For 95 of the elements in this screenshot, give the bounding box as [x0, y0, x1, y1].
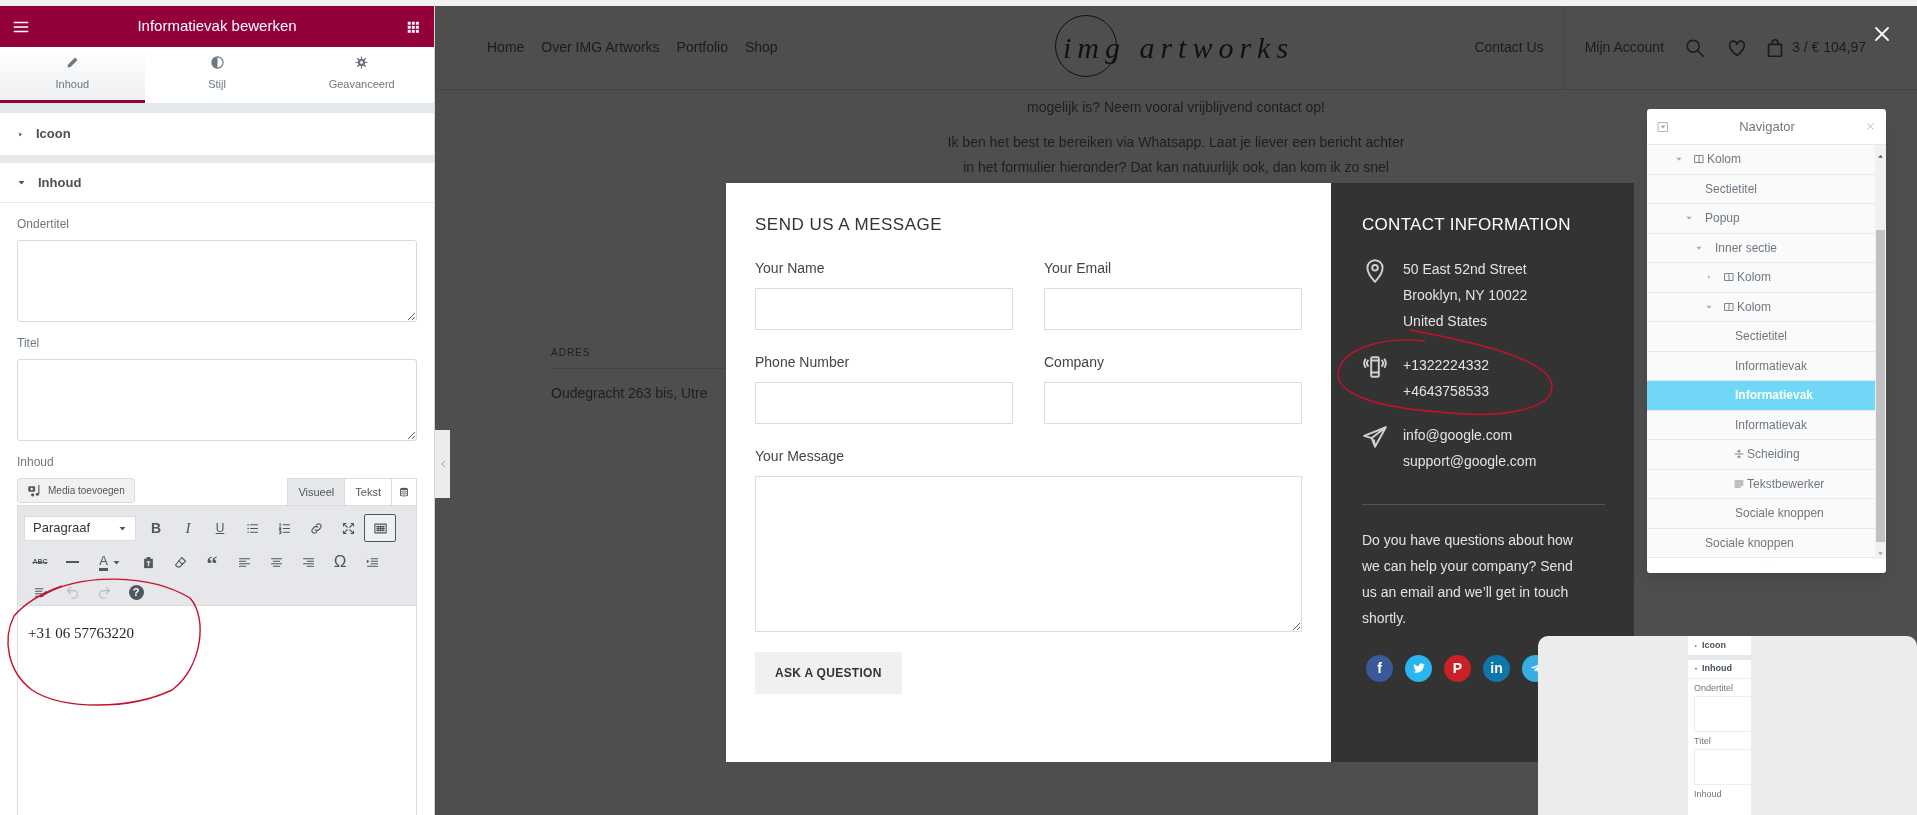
blockquote-button[interactable]: “ — [196, 548, 228, 576]
stack-icon — [398, 486, 410, 498]
preview-section: Icoon — [1688, 636, 1751, 655]
navigator-item[interactable]: Informatievak — [1647, 351, 1875, 381]
scrollbar-thumb[interactable] — [1876, 230, 1885, 542]
navigator-item[interactable]: Scheiding — [1647, 440, 1875, 470]
submit-button[interactable]: ASK A QUESTION — [755, 651, 902, 694]
field-label: Company — [1044, 352, 1105, 372]
bird-icon — [1411, 661, 1426, 675]
pinterest-button[interactable]: P — [1444, 654, 1471, 682]
settings-icon — [354, 54, 370, 70]
phone-number: +1322224332 — [1403, 355, 1490, 375]
caret-icon — [17, 130, 24, 138]
field-label: Phone Number — [755, 352, 851, 372]
field-label: Ondertitel — [17, 217, 71, 232]
text-input[interactable] — [755, 381, 1013, 424]
contrast-icon — [209, 54, 225, 70]
search-icon[interactable] — [1684, 36, 1707, 59]
linkedin-button[interactable]: in — [1483, 654, 1510, 682]
text-input[interactable] — [1044, 287, 1302, 330]
navigator-item[interactable]: Kolom — [1647, 263, 1875, 293]
navigator-item[interactable]: Informatievak — [1647, 410, 1875, 440]
scrollbar[interactable] — [1875, 145, 1886, 559]
horizontal-line-icon — [65, 561, 79, 563]
navigator-item[interactable]: Sociale knoppen — [1647, 528, 1875, 558]
navigator-item[interactable]: Sectietitel — [1647, 322, 1875, 352]
navigator-item[interactable]: Kolom — [1647, 292, 1875, 322]
toolbar-toggle-icon — [372, 520, 388, 536]
editor-mode-tab[interactable]: Visueel — [287, 478, 345, 505]
column-icon — [1723, 271, 1735, 284]
section-header[interactable]: Inhoud — [0, 163, 434, 203]
text-input[interactable] — [1044, 381, 1302, 424]
facebook-button[interactable]: f — [1366, 654, 1393, 682]
add-media-button[interactable]: Media toevoegen — [17, 478, 135, 503]
field-label: Inhoud — [17, 455, 55, 470]
contact-text: Do you have questions about how we can help your company? Send us an email and we’ll get in touch shortly. — [1362, 530, 1574, 628]
database-button[interactable] — [391, 478, 417, 505]
navigator-item[interactable]: Tekstbewerker — [1647, 469, 1875, 499]
divider-icon — [1733, 448, 1745, 461]
italic-button[interactable]: I — [172, 514, 204, 542]
text-color-button[interactable]: A — [88, 548, 132, 576]
panel-title: Informatievak bewerken — [137, 16, 297, 37]
numbered-list-icon — [276, 520, 292, 536]
text-input[interactable] — [755, 287, 1013, 330]
rich-text-editor[interactable]: +31 06 57763220 — [17, 606, 417, 815]
column-icon — [1693, 153, 1705, 166]
address-line: United States — [1403, 311, 1489, 331]
caret-icon[interactable] — [1706, 274, 1712, 281]
navigator-item[interactable]: Sociale knoppen — [1647, 499, 1875, 529]
section-header[interactable]: Icoon — [0, 113, 434, 155]
grid-icon — [406, 19, 420, 34]
scroll-up-icon[interactable] — [1877, 153, 1884, 160]
media-icon — [27, 483, 42, 498]
address-line: 50 East 52nd Street — [1403, 259, 1528, 279]
phone-number: +4643758533 — [1403, 381, 1490, 401]
field-label: Your Name — [755, 258, 826, 278]
special-character-button[interactable]: Ω — [324, 548, 356, 576]
scroll-down-icon[interactable] — [1877, 550, 1884, 557]
link-icon — [308, 520, 324, 536]
address-line: Brooklyn, NY 10022 — [1403, 285, 1528, 305]
undo-icon — [64, 584, 80, 600]
clear-formatting-icon — [172, 554, 188, 570]
toolbar-toggle-button[interactable] — [364, 514, 396, 542]
editor-text: +31 06 57763220 — [28, 624, 135, 643]
twitter-button[interactable] — [1405, 654, 1432, 682]
column-icon — [1723, 300, 1735, 313]
redo-icon — [96, 584, 112, 600]
navigator-item[interactable]: Kolom — [1647, 145, 1875, 175]
panel-title: Navigator — [1739, 117, 1795, 136]
navigator-item[interactable]: Inner sectie — [1647, 233, 1875, 263]
fullscreen-icon — [340, 520, 356, 536]
field-label: Your Email — [1044, 258, 1113, 278]
field-label: Titel — [17, 336, 41, 351]
navigator-item[interactable]: Sectietitel — [1647, 174, 1875, 204]
underline-button[interactable]: U — [204, 514, 236, 542]
email-address: support@google.com — [1403, 451, 1537, 471]
editor-mode-tab[interactable]: Tekst — [344, 478, 391, 505]
preview-section: Inhoud — [1688, 660, 1751, 679]
contact-title: CONTACT INFORMATION — [1362, 214, 1572, 236]
close-icon[interactable] — [1865, 121, 1876, 132]
field-label: Your Message — [755, 446, 845, 466]
caret-icon — [17, 178, 26, 187]
navigator-item[interactable]: Popup — [1647, 204, 1875, 234]
preview-label: Titel — [1693, 736, 1712, 746]
help-button[interactable]: ? — [120, 578, 152, 606]
preview-label: Inhoud — [1693, 789, 1723, 799]
email-address: info@google.com — [1403, 425, 1514, 445]
format-select[interactable]: Paragraaf — [24, 515, 136, 541]
bold-button[interactable]: B — [140, 514, 172, 542]
preview-label: Ondertitel — [1693, 683, 1735, 693]
collapse-toggle-icon[interactable] — [1657, 120, 1669, 133]
message-field[interactable] — [755, 475, 1302, 632]
form-title: SEND US A MESSAGE — [755, 214, 944, 236]
caret-icon — [1694, 667, 1698, 671]
text-lines-icon — [1733, 477, 1745, 490]
